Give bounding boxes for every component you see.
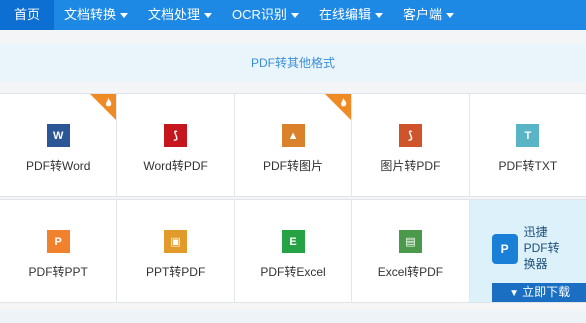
tool-pdf-to-ppt[interactable]: P PDF转PPT [0,200,118,302]
pdf-icon: ⟆ [398,124,422,147]
icon-glyph: P [54,235,62,248]
chevron-down-icon [204,13,213,19]
tool-pdf-to-excel[interactable]: E PDF转Excel [235,200,353,302]
tool-image-to-pdf[interactable]: ⟆ 图片转PDF [352,94,470,196]
nav-label: 客户端 [402,7,442,22]
promo-line: 换器 [523,257,548,271]
nav-item-doc-process[interactable]: 文档处理 [138,0,222,30]
logo-glyph: P [500,242,509,256]
ppt-pdf-icon: ▣ [164,230,188,253]
icon-glyph: T [524,129,532,142]
tool-grid-row-2: P PDF转PPT ▣ PPT转PDF E PDF转Excel ▤ Excel转… [0,199,586,303]
tool-ppt-to-pdf[interactable]: ▣ PPT转PDF [117,200,235,302]
icon-glyph: ⟆ [173,130,179,142]
tool-word-to-pdf[interactable]: ⟆ Word转PDF [117,94,235,196]
tool-excel-to-pdf[interactable]: ▤ Excel转PDF [352,200,470,302]
ppt-icon: P [46,230,70,253]
tool-label: PDF转图片 [263,159,324,173]
download-label: 立即下载 [522,285,571,299]
hot-badge-icon [90,94,117,120]
tool-pdf-to-txt[interactable]: T PDF转TXT [470,94,586,196]
nav-label: 文档处理 [148,7,201,22]
section-title: PDF转其他格式 [0,44,586,82]
nav-item-client[interactable]: 客户端 [393,0,464,30]
image-icon: ▲ [281,124,305,147]
promo-line: 迅捷 [523,225,548,239]
tool-label: Excel转PDF [377,265,444,279]
chevron-down-icon [445,13,454,19]
tool-pdf-to-word[interactable]: W PDF转Word [0,94,118,196]
download-icon: ▼ [509,288,520,299]
top-nav: 首页 文档转换 文档处理 OCR识别 在线编辑 客户端 [0,0,586,30]
nav-label: 文档转换 [64,7,117,22]
app-logo-icon: P [491,234,518,264]
tool-grid-row-1: W PDF转Word ⟆ Word转PDF ▲ PDF转图片 ⟆ 图片转PDF … [0,93,586,197]
tool-label: 图片转PDF [380,159,441,173]
tool-label: PPT转PDF [145,265,206,279]
icon-glyph: E [289,235,297,248]
txt-icon: T [516,124,540,147]
hot-badge-icon [325,94,352,120]
icon-glyph: ⟆ [407,130,413,142]
tool-label: Word转PDF [143,159,208,173]
chevron-down-icon [290,13,299,19]
tool-label: PDF转Excel [260,265,326,279]
icon-glyph: ▤ [405,236,416,248]
excel-icon: E [281,230,305,253]
chevron-down-icon [374,13,383,19]
nav-item-home[interactable]: 首页 [0,0,55,30]
nav-label: OCR识别 [232,7,287,22]
excel-pdf-icon: ▤ [398,230,422,253]
nav-item-ocr[interactable]: OCR识别 [222,0,309,30]
download-button[interactable]: ▼ 立即下载 [491,283,586,302]
tool-label: PDF转Word [25,159,91,173]
nav-item-online-edit[interactable]: 在线编辑 [309,0,393,30]
icon-glyph: ▲ [287,129,299,142]
promo-line: PDF转 [523,241,560,255]
pdf-icon: ⟆ [164,124,188,147]
word-icon: W [46,124,70,147]
nav-label: 在线编辑 [318,7,371,22]
promo-card[interactable]: P 迅捷 PDF转 换器 ▼ 立即下载 [469,200,586,302]
nav-item-doc-convert[interactable]: 文档转换 [54,0,138,30]
tool-label: PDF转TXT [498,159,558,173]
promo-text: 迅捷 PDF转 换器 [524,224,584,272]
footer-strip [0,311,586,323]
tool-label: PDF转PPT [28,265,88,279]
icon-glyph: W [53,129,64,142]
icon-glyph: ▣ [170,236,181,248]
chevron-down-icon [120,13,129,19]
tool-pdf-to-image[interactable]: ▲ PDF转图片 [235,94,353,196]
